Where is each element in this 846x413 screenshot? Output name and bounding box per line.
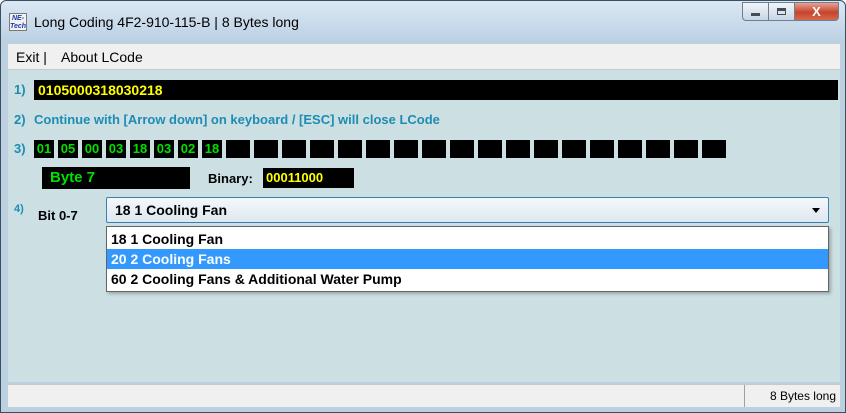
byte-cell[interactable]: 03 <box>106 140 126 158</box>
status-byte-length: 8 Bytes long <box>744 385 840 407</box>
byte-cell[interactable] <box>282 140 306 158</box>
bit-option-select[interactable]: 18 1 Cooling Fan <box>106 197 829 223</box>
binary-value-field: 00011000 <box>263 168 354 188</box>
dropdown-option-highlighted[interactable]: 20 2 Cooling Fans <box>107 249 828 269</box>
dropdown-option[interactable]: 18 1 Cooling Fan <box>107 229 828 249</box>
byte-cell[interactable] <box>338 140 362 158</box>
select-value: 18 1 Cooling Fan <box>115 202 228 218</box>
window-title: Long Coding 4F2-910-115-B | 8 Bytes long <box>34 14 299 30</box>
client-area: 1) 0105000318030218 2) Continue with [Ar… <box>8 70 840 382</box>
menu-about[interactable]: About LCode <box>61 49 143 65</box>
byte-cell[interactable] <box>422 140 446 158</box>
maximize-button[interactable] <box>769 2 795 21</box>
byte-cell[interactable]: 01 <box>34 140 54 158</box>
byte-cell[interactable]: 18 <box>130 140 150 158</box>
byte-cell[interactable] <box>254 140 278 158</box>
status-bar: 8 Bytes long <box>8 384 840 407</box>
section-3-label: 3) <box>14 141 26 156</box>
byte-cell[interactable]: 00 <box>82 140 102 158</box>
byte-cell[interactable] <box>394 140 418 158</box>
byte-cell[interactable]: 18 <box>202 140 222 158</box>
byte-cell[interactable] <box>478 140 502 158</box>
close-icon: X <box>812 4 821 19</box>
byte-cell[interactable] <box>534 140 558 158</box>
byte-cell[interactable] <box>506 140 530 158</box>
byte-cell[interactable] <box>310 140 334 158</box>
byte-cell[interactable]: 03 <box>154 140 174 158</box>
binary-label: Binary: <box>208 171 253 186</box>
bit-range-label: Bit 0-7 <box>38 208 78 223</box>
caption-buttons: X <box>742 2 839 23</box>
lcode-window: NE-Tech Long Coding 4F2-910-115-B | 8 By… <box>0 0 846 413</box>
maximize-icon <box>777 8 786 15</box>
byte-cell[interactable] <box>618 140 642 158</box>
byte-cell[interactable] <box>366 140 390 158</box>
title-bar[interactable]: NE-Tech Long Coding 4F2-910-115-B | 8 By… <box>1 1 845 41</box>
byte-cell[interactable] <box>562 140 586 158</box>
minimize-button[interactable] <box>742 2 769 21</box>
section-4-label: 4) <box>14 203 24 215</box>
dropdown-option[interactable]: 60 2 Cooling Fans & Additional Water Pum… <box>107 269 828 289</box>
instruction-text: Continue with [Arrow down] on keyboard /… <box>34 112 440 127</box>
byte-cell[interactable]: 02 <box>178 140 198 158</box>
close-button[interactable]: X <box>795 2 839 21</box>
byte-cell[interactable]: 05 <box>58 140 78 158</box>
byte-cell[interactable] <box>646 140 670 158</box>
menu-bar: Exit | About LCode <box>8 44 840 70</box>
minimize-icon <box>751 13 760 16</box>
byte-cell[interactable] <box>226 140 250 158</box>
byte-cell[interactable] <box>702 140 726 158</box>
byte-cell[interactable] <box>450 140 474 158</box>
byte-cell[interactable] <box>674 140 698 158</box>
section-2-label: 2) <box>14 112 26 127</box>
selected-byte-label: Byte 7 <box>42 167 190 189</box>
chevron-down-icon[interactable] <box>812 208 820 213</box>
menu-exit[interactable]: Exit | <box>16 49 47 65</box>
section-1-label: 1) <box>14 82 26 97</box>
bit-option-dropdown-list: 18 1 Cooling Fan 20 2 Cooling Fans 60 2 … <box>106 226 829 292</box>
coding-value-field[interactable]: 0105000318030218 <box>34 80 838 100</box>
byte-cell[interactable] <box>590 140 614 158</box>
byte-cells-row: 01 05 00 03 18 03 02 18 <box>34 140 726 158</box>
app-logo-icon: NE-Tech <box>9 13 27 31</box>
